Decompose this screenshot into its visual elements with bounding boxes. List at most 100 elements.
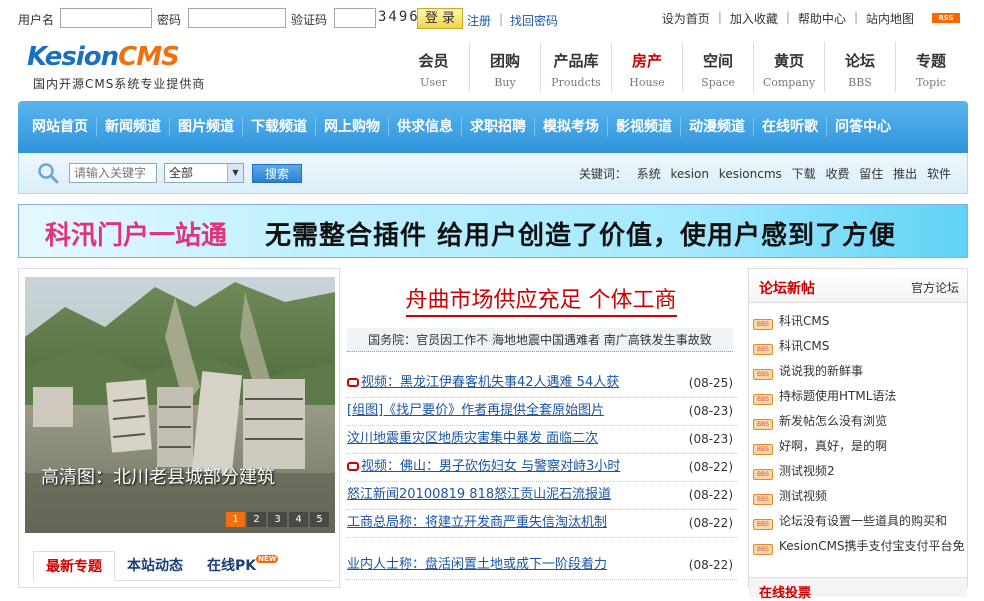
pager-button[interactable]: 1 bbox=[226, 512, 245, 527]
nav-video[interactable]: 影视频道 bbox=[608, 117, 681, 137]
video-icon bbox=[347, 378, 359, 387]
keyword-link[interactable]: kesioncms bbox=[719, 167, 782, 181]
official-forum-link[interactable]: 官方论坛 bbox=[911, 279, 959, 296]
forum-link[interactable]: 测试视频2 bbox=[779, 464, 835, 478]
channel-user[interactable]: 会员 User bbox=[398, 42, 469, 92]
channel-topic[interactable]: 专题 Topic bbox=[895, 42, 966, 92]
nav-jobs[interactable]: 求职招聘 bbox=[462, 117, 535, 137]
news-link[interactable]: 怒江新闻20100819 818怒江贡山泥石流报道 bbox=[347, 487, 611, 502]
headline[interactable]: 舟曲市场供应充足 个体工商 bbox=[343, 282, 739, 317]
channel-space[interactable]: 空间 Space bbox=[682, 42, 753, 92]
channel-bbs[interactable]: 论坛 BBS bbox=[824, 42, 895, 92]
keyword-link[interactable]: 软件 bbox=[927, 167, 951, 181]
channel-buy[interactable]: 团购 Buy bbox=[469, 42, 540, 92]
channel-company[interactable]: 黄页 Company bbox=[753, 42, 824, 92]
forum-link[interactable]: 说说我的新鲜事 bbox=[779, 364, 863, 378]
forum-item: BBS 论坛没有设置一些道具的购买和 bbox=[753, 509, 965, 534]
top-login-bar: 用户名 密码 验证码 3496 登 录 注册 | 找回密码 设为首页 | 加入收藏… bbox=[0, 0, 984, 36]
news-list: 视频：黑龙江伊春客机失事42人遇难 54人获 (08-25) [组图]《找尸要价》… bbox=[347, 370, 737, 580]
nav-supply[interactable]: 供求信息 bbox=[389, 117, 462, 137]
sitemap-link[interactable]: 站内地图 bbox=[866, 10, 914, 27]
nav-news[interactable]: 新闻频道 bbox=[97, 117, 170, 137]
keyword-link[interactable]: 下载 bbox=[792, 167, 816, 181]
forum-item: BBS 测试视频2 bbox=[753, 459, 965, 484]
news-link[interactable]: 视频：佛山：男子砍伤妇女 与警察对峙3小时 bbox=[361, 459, 620, 474]
login-button[interactable]: 登 录 bbox=[417, 8, 463, 29]
keyword-link[interactable]: 系统 bbox=[637, 167, 661, 181]
photo-image bbox=[25, 277, 335, 533]
nav-music[interactable]: 在线听歌 bbox=[754, 117, 827, 137]
captcha-label: 验证码 bbox=[291, 13, 328, 27]
channel-house[interactable]: 房产 House bbox=[611, 42, 682, 92]
photo-caption[interactable]: 高清图：北川老县城部分建筑 bbox=[41, 463, 275, 489]
bbs-icon: BBS bbox=[753, 394, 773, 405]
pager-button[interactable]: 3 bbox=[268, 512, 287, 527]
bbs-icon: BBS bbox=[753, 544, 773, 555]
nav-anime[interactable]: 动漫频道 bbox=[681, 117, 754, 137]
forum-link[interactable]: 科讯CMS bbox=[779, 339, 829, 353]
nav-downloads[interactable]: 下载频道 bbox=[243, 117, 316, 137]
pager-button[interactable]: 5 bbox=[310, 512, 329, 527]
register-link[interactable]: 注册 bbox=[467, 12, 491, 29]
set-homepage-link[interactable]: 设为首页 bbox=[662, 10, 710, 27]
site-logo[interactable]: KesionCMS 国内开源CMS系统专业提供商 bbox=[25, 42, 225, 94]
channel-sublabel: Proudcts bbox=[551, 76, 601, 89]
keyword-link[interactable]: 推出 bbox=[893, 167, 917, 181]
bbs-icon: BBS bbox=[753, 444, 773, 455]
search-button[interactable]: 搜索 bbox=[252, 164, 302, 183]
pager-button[interactable]: 2 bbox=[247, 512, 266, 527]
forum-link[interactable]: KesionCMS携手支付宝支付平台免 bbox=[779, 539, 965, 553]
news-link[interactable]: [组图]《找尸要价》作者再提供全套原始图片 bbox=[347, 403, 604, 418]
nav-qa[interactable]: 问答中心 bbox=[827, 117, 899, 137]
forum-item: BBS 持标题使用HTML语法 bbox=[753, 384, 965, 409]
forum-link[interactable]: 持标题使用HTML语法 bbox=[779, 389, 896, 403]
forum-link[interactable]: 科讯CMS bbox=[779, 314, 829, 328]
nav-shopping[interactable]: 网上购物 bbox=[316, 117, 389, 137]
forum-link[interactable]: 论坛没有设置一些道具的购买和 bbox=[779, 514, 947, 528]
keyword-link[interactable]: kesion bbox=[671, 167, 709, 181]
search-input[interactable] bbox=[69, 163, 157, 183]
channel-sublabel: Buy bbox=[494, 76, 516, 89]
forum-link[interactable]: 好啊，真好，是的啊 bbox=[779, 439, 887, 453]
divider: | bbox=[853, 10, 858, 24]
tab-site-news[interactable]: 本站动态 bbox=[115, 551, 195, 580]
help-center-link[interactable]: 帮助中心 bbox=[798, 10, 846, 27]
news-link[interactable]: 汶川地震重灾区地质灾害集中暴发 面临二次 bbox=[347, 431, 598, 446]
nav-pictures[interactable]: 图片频道 bbox=[170, 117, 243, 137]
keyword-link[interactable]: 收费 bbox=[825, 167, 849, 181]
channel-sublabel: BBS bbox=[848, 76, 872, 89]
news-row: 业内人士称：盘活闲置土地或成下一阶段着力 (08-22) bbox=[347, 552, 737, 580]
forum-link[interactable]: 新发帖怎么没有浏览 bbox=[779, 414, 887, 428]
pager-button[interactable]: 4 bbox=[289, 512, 308, 527]
nav-exam[interactable]: 模拟考场 bbox=[535, 117, 608, 137]
channel-products[interactable]: 产品库 Proudcts bbox=[540, 42, 611, 92]
divider: | bbox=[717, 10, 722, 24]
chevron-down-icon: ▼ bbox=[227, 164, 243, 182]
promo-banner[interactable]: 科汛门户一站通 无需整合插件 给用户创造了价值，使用户感到了方便 bbox=[18, 204, 968, 258]
news-link[interactable]: 工商总局称：将建立开发商严重失信淘汰机制 bbox=[347, 515, 607, 530]
tab-latest-topics[interactable]: 最新专题 bbox=[33, 551, 115, 581]
tab-online-pk[interactable]: 在线PK NEW bbox=[195, 551, 290, 580]
captcha-input[interactable] bbox=[334, 8, 376, 28]
sub-headlines[interactable]: 国务院：官员因工作不 海地地震中国遇难者 南广高铁发生事故致 bbox=[347, 328, 733, 352]
forum-header: 论坛新帖 官方论坛 bbox=[749, 269, 967, 303]
password-label: 密码 bbox=[157, 13, 182, 27]
news-date: (08-22) bbox=[688, 460, 733, 474]
news-date: (08-23) bbox=[688, 432, 733, 446]
news-link[interactable]: 业内人士称：盘活闲置土地或成下一阶段着力 bbox=[347, 557, 607, 572]
captcha-code[interactable]: 3496 bbox=[378, 9, 420, 25]
news-date: (08-25) bbox=[688, 376, 733, 390]
search-scope-select[interactable]: 全部 ▼ bbox=[164, 163, 244, 183]
slider-photo[interactable]: 高清图：北川老县城部分建筑 1 2 3 4 5 bbox=[25, 277, 335, 533]
nav-home[interactable]: 网站首页 bbox=[24, 117, 97, 137]
rss-icon[interactable]: RSS bbox=[932, 13, 960, 23]
username-input[interactable] bbox=[60, 8, 152, 28]
password-input[interactable] bbox=[188, 8, 286, 28]
find-password-link[interactable]: 找回密码 bbox=[510, 12, 558, 29]
news-link[interactable]: 视频：黑龙江伊春客机失事42人遇难 54人获 bbox=[361, 375, 619, 390]
video-icon bbox=[347, 462, 359, 471]
new-badge: NEW bbox=[256, 555, 279, 563]
forum-link[interactable]: 测试视频 bbox=[779, 489, 827, 503]
add-favorite-link[interactable]: 加入收藏 bbox=[730, 10, 778, 27]
keyword-link[interactable]: 留住 bbox=[859, 167, 883, 181]
